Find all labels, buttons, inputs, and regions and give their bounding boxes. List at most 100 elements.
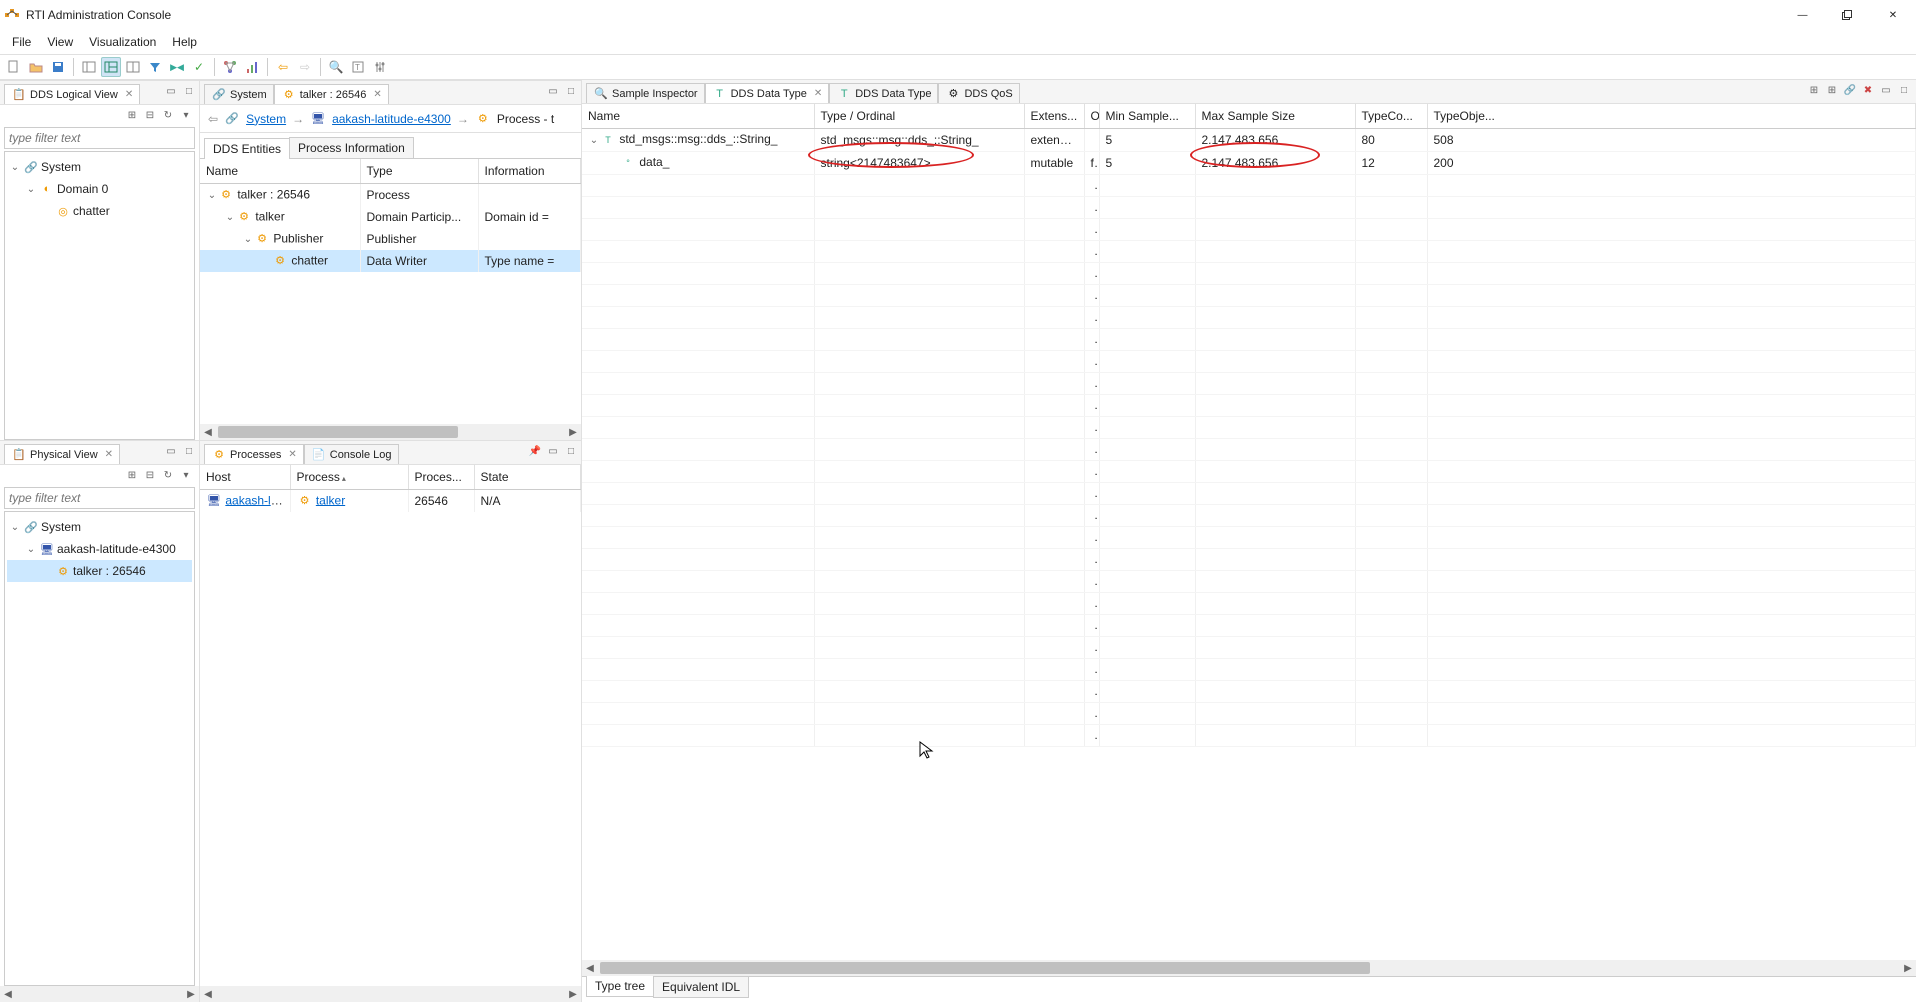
tb-qos-icon[interactable] [370, 57, 390, 77]
maximize-panel-icon[interactable]: □ [563, 443, 579, 459]
close-icon[interactable]: ✕ [814, 88, 822, 99]
process-link[interactable]: talker [316, 493, 345, 507]
minimize-panel-icon[interactable]: ▭ [545, 443, 561, 459]
system-tab[interactable]: 🔗 System [204, 84, 274, 104]
host-link[interactable]: aakash-latitu [225, 493, 290, 507]
minimize-panel-icon[interactable]: ▭ [163, 443, 179, 459]
collapse-all-icon[interactable]: ⊟ [143, 468, 157, 482]
tree-host[interactable]: ⌄🖥 aakash-latitude-e4300 [7, 538, 192, 560]
maximize-panel-icon[interactable]: □ [1896, 82, 1912, 98]
tb-new-icon[interactable] [4, 57, 24, 77]
tb-layout3-icon[interactable] [123, 57, 143, 77]
tool2-icon[interactable]: ⊞ [1824, 82, 1840, 98]
table-row[interactable]: ⌄⚙ talker : 26546Process [200, 183, 581, 206]
col-typeobject[interactable]: TypeObje... [1427, 104, 1916, 128]
tb-connect-icon[interactable]: ▶◀ [167, 57, 187, 77]
minimize-panel-icon[interactable]: ▭ [163, 83, 179, 99]
menu-visualization[interactable]: Visualization [81, 32, 164, 52]
table-row[interactable]: ⚙ chatterData WriterType name = [200, 250, 581, 272]
tab-sample-inspector[interactable]: 🔍 Sample Inspector [586, 83, 705, 103]
breadcrumb-host[interactable]: aakash-latitude-e4300 [332, 112, 451, 126]
menu-file[interactable]: File [4, 32, 39, 52]
maximize-panel-icon[interactable]: □ [181, 83, 197, 99]
col-pid[interactable]: Proces... [408, 465, 474, 489]
close-icon[interactable]: ✕ [105, 449, 113, 460]
minimize-panel-icon[interactable]: ▭ [1878, 82, 1894, 98]
menu-help[interactable]: Help [164, 32, 205, 52]
minimize-button[interactable]: — [1778, 0, 1824, 30]
tab-data-type-2[interactable]: T DDS Data Type [829, 83, 938, 103]
col-extensibility[interactable]: Extens... [1024, 104, 1084, 128]
col-name[interactable]: Name [582, 104, 814, 128]
processes-hscroll[interactable]: ◀▶ [200, 986, 581, 1002]
logical-filter-input[interactable] [4, 127, 195, 149]
tab-process-info[interactable]: Process Information [289, 137, 414, 158]
physical-filter-input[interactable] [4, 487, 195, 509]
tb-layout2-icon[interactable] [101, 57, 121, 77]
tree-process[interactable]: ⚙ talker : 26546 [7, 560, 192, 582]
tree-domain[interactable]: ⌄◐ Domain 0 [7, 178, 192, 200]
tb-nav-fwd-icon[interactable]: ⇨ [295, 57, 315, 77]
expand-all-icon[interactable]: ⊞ [125, 468, 139, 482]
col-name[interactable]: Name [200, 159, 360, 183]
tool4-icon[interactable]: ✖ [1860, 82, 1876, 98]
collapse-all-icon[interactable]: ⊟ [143, 108, 157, 122]
tab-qos[interactable]: ⚙ DDS QoS [938, 83, 1019, 103]
tab-data-type-1[interactable]: T DDS Data Type ✕ [705, 83, 830, 103]
tb-nav-back-icon[interactable]: ⇦ [273, 57, 293, 77]
table-row[interactable]: ⌄⚙ PublisherPublisher [200, 228, 581, 250]
entities-hscroll[interactable]: ◀▶ [200, 424, 581, 440]
refresh-icon[interactable]: ↻ [161, 108, 175, 122]
physical-view-tab[interactable]: 📋 Physical View ✕ [4, 444, 120, 464]
physical-tree-hscroll[interactable]: ◀▶ [0, 986, 199, 1002]
tab-dds-entities[interactable]: DDS Entities [204, 138, 290, 159]
refresh-icon[interactable]: ↻ [161, 468, 175, 482]
table-row[interactable]: ⌄T std_msgs::msg::dds_::String_std_msgs:… [582, 128, 1916, 151]
tab-type-tree[interactable]: Type tree [586, 976, 654, 997]
tree-system[interactable]: ⌄🔗 System [7, 156, 192, 178]
view-menu-icon[interactable]: ▾ [179, 468, 193, 482]
col-type-ordinal[interactable]: Type / Ordinal [814, 104, 1024, 128]
close-icon[interactable]: ✕ [125, 89, 133, 100]
talker-tab[interactable]: ⚙ talker : 26546 ✕ [274, 84, 389, 104]
tool1-icon[interactable]: ⊞ [1806, 82, 1822, 98]
tb-check-icon[interactable]: ✓ [189, 57, 209, 77]
col-min-sample[interactable]: Min Sample... [1099, 104, 1195, 128]
tree-chatter[interactable]: ◎ chatter [7, 200, 192, 222]
maximize-button[interactable] [1824, 0, 1870, 30]
tab-equivalent-idl[interactable]: Equivalent IDL [653, 977, 749, 998]
tb-layout1-icon[interactable] [79, 57, 99, 77]
col-optional[interactable]: O [1084, 104, 1099, 128]
close-icon[interactable]: ✕ [373, 89, 381, 100]
processes-tab[interactable]: ⚙ Processes ✕ [204, 444, 304, 464]
tb-inspect-icon[interactable]: 🔍 [326, 57, 346, 77]
col-state[interactable]: State [474, 465, 581, 489]
tb-save-icon[interactable] [48, 57, 68, 77]
table-row[interactable]: ° data_string<2147483647>mutablef..52.14… [582, 151, 1916, 174]
view-menu-icon[interactable]: ▾ [179, 108, 193, 122]
col-information[interactable]: Information [478, 159, 581, 183]
maximize-panel-icon[interactable]: □ [181, 443, 197, 459]
table-row[interactable]: ⌄⚙ talkerDomain Particip...Domain id = [200, 206, 581, 228]
tb-graph1-icon[interactable] [220, 57, 240, 77]
breadcrumb-system[interactable]: System [246, 112, 286, 126]
close-icon[interactable]: ✕ [288, 449, 296, 460]
col-type[interactable]: Type [360, 159, 478, 183]
tb-open-icon[interactable] [26, 57, 46, 77]
pin-icon[interactable]: 📌 [527, 443, 543, 459]
col-max-sample[interactable]: Max Sample Size [1195, 104, 1355, 128]
expand-all-icon[interactable]: ⊞ [125, 108, 139, 122]
col-process[interactable]: Process▴ [290, 465, 408, 489]
tree-system[interactable]: ⌄🔗 System [7, 516, 192, 538]
col-host[interactable]: Host [200, 465, 290, 489]
logical-view-tab[interactable]: 📋 DDS Logical View ✕ [4, 84, 140, 104]
minimize-panel-icon[interactable]: ▭ [545, 83, 561, 99]
tb-graph2-icon[interactable] [242, 57, 262, 77]
console-log-tab[interactable]: 📄 Console Log [304, 444, 399, 464]
type-table-hscroll[interactable]: ◀▶ [582, 960, 1916, 976]
tool3-icon[interactable]: 🔗 [1842, 82, 1858, 98]
table-row[interactable]: 🖥 aakash-latitu⚙ talker26546N/A [200, 489, 581, 512]
col-typecode[interactable]: TypeCo... [1355, 104, 1427, 128]
close-button[interactable]: ✕ [1870, 0, 1916, 30]
maximize-panel-icon[interactable]: □ [563, 83, 579, 99]
